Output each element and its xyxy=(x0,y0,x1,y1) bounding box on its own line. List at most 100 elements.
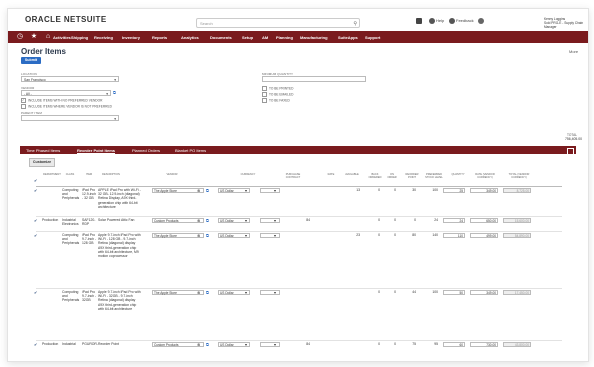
rate-vendor-input[interactable]: 499.00 xyxy=(470,233,498,238)
purchase-contract-select[interactable] xyxy=(260,342,280,347)
clear-icon[interactable]: ⊗ xyxy=(197,290,200,295)
feedback-link[interactable]: Feedback xyxy=(449,18,474,24)
cell-item[interactable]: iPad Pro 9.7-inch - 128 GB xyxy=(82,233,98,246)
column-header[interactable]: BACK ORDERED xyxy=(368,173,382,179)
customize-button[interactable]: Customize xyxy=(29,158,55,167)
help-link[interactable]: Help xyxy=(429,18,444,24)
checkbox[interactable] xyxy=(262,86,267,91)
oracle-netsuite-logo[interactable]: ORACLE NETSUITE xyxy=(25,15,107,24)
expand-icon[interactable] xyxy=(567,147,574,155)
clear-icon[interactable]: ⊗ xyxy=(197,188,200,193)
open-record-icon[interactable]: ⧉ xyxy=(206,342,209,347)
open-record-icon[interactable]: ⧉ xyxy=(206,233,209,238)
vendor-select[interactable]: - All - ▾ xyxy=(21,90,111,96)
quantity-input[interactable]: 60 xyxy=(443,342,465,347)
nav-item-7[interactable]: Setup xyxy=(242,35,253,40)
tab-2[interactable]: Planned Orders xyxy=(132,148,160,153)
column-header[interactable]: PURCHASE CONTRACT xyxy=(282,173,304,179)
column-header[interactable]: TOTAL (VENDOR CURRENCY) xyxy=(506,173,532,179)
recent-records-icon[interactable]: ◷ xyxy=(16,33,24,41)
cell-item[interactable]: iPad Pro 9.7-inch - 32GB xyxy=(82,290,98,303)
quantity-input[interactable]: 50 xyxy=(443,290,465,295)
nav-item-10[interactable]: Manufacturing xyxy=(300,35,328,40)
column-header[interactable]: ON ORDER xyxy=(386,173,398,179)
search-icon[interactable]: ⚲ xyxy=(353,19,357,29)
chk-no-preferred-vendor[interactable]: ✓ INCLUDE ITEMS WITH NO PREFERRED VENDOR xyxy=(21,98,102,103)
chk-to-be-emailed[interactable]: TO BE EMAILED xyxy=(262,92,293,97)
home-icon[interactable]: ⌂ xyxy=(44,33,52,41)
minimum-quantity-input[interactable] xyxy=(262,76,366,82)
rate-vendor-input[interactable]: 730.00 xyxy=(470,342,498,347)
purchase-contract-select[interactable] xyxy=(260,290,280,295)
chk-to-be-faxed[interactable]: TO BE FAXED xyxy=(262,98,290,103)
cell-item[interactable]: SAF120-RDP xyxy=(82,218,98,226)
tab-0[interactable]: Time Phased Items xyxy=(26,148,60,153)
tab-1[interactable]: Reorder Point Items xyxy=(77,148,115,153)
create-new-icon[interactable] xyxy=(416,18,423,24)
nav-item-11[interactable]: SuiteApps xyxy=(338,35,358,40)
rate-vendor-input[interactable]: 650.00 xyxy=(470,218,498,223)
location-select[interactable]: San Francisco ▾ xyxy=(21,76,119,82)
row-select-checkbox[interactable]: ✔ xyxy=(34,290,37,295)
column-header[interactable]: AVAILABLE xyxy=(342,173,362,176)
rate-vendor-input[interactable]: 349.00 xyxy=(470,188,498,193)
column-header[interactable]: ITEM xyxy=(82,173,96,176)
rate-vendor-input[interactable]: 349.00 xyxy=(470,290,498,295)
chk-to-be-printed[interactable]: TO BE PRINTED xyxy=(262,86,293,91)
column-header[interactable]: CLASS xyxy=(62,173,78,176)
column-header[interactable]: DEPARTMENT xyxy=(42,173,62,176)
star-icon[interactable]: ★ xyxy=(30,33,38,41)
checkbox[interactable] xyxy=(262,92,267,97)
purchase-contract-select[interactable] xyxy=(260,233,280,238)
nav-item-6[interactable]: Documents xyxy=(210,35,232,40)
quantity-input[interactable]: 24 xyxy=(443,218,465,223)
quantity-input[interactable]: 110 xyxy=(443,233,465,238)
column-header[interactable]: RATE (VENDOR CURRENCY) xyxy=(471,173,499,179)
column-header[interactable]: RATE xyxy=(325,173,337,176)
nav-item-3[interactable]: Inventory xyxy=(122,35,140,40)
nav-item-1[interactable]: Shipping xyxy=(71,35,88,40)
open-record-icon[interactable]: ⧉ xyxy=(206,218,209,223)
open-vendor-icon[interactable]: ⧉ xyxy=(113,90,116,95)
clear-icon[interactable]: ⊗ xyxy=(197,218,200,223)
column-header[interactable]: REORDER POINT xyxy=(404,173,420,179)
purchase-contract-select[interactable] xyxy=(260,188,280,193)
cell-item[interactable]: PGUROR- xyxy=(82,342,98,346)
row-select-checkbox[interactable]: ✔ xyxy=(34,342,37,347)
user-menu[interactable]: Kenny Loggins Sold PRG-E - Supply Chain … xyxy=(544,17,588,29)
submit-button[interactable]: Submit xyxy=(21,57,41,64)
cell-available: 23 xyxy=(356,233,360,237)
chk-vendor-not-preferred[interactable]: INCLUDE ITEMS WHERE VENDOR IS NOT PREFER… xyxy=(21,104,112,109)
parent-item-select[interactable]: ▾ xyxy=(21,115,119,121)
nav-item-9[interactable]: Planning xyxy=(276,35,293,40)
row-select-checkbox[interactable]: ✔ xyxy=(34,218,37,223)
row-select-checkbox[interactable]: ✔ xyxy=(34,233,37,238)
global-search-input[interactable]: Search ⚲ xyxy=(196,18,360,28)
nav-item-2[interactable]: Receiving xyxy=(94,35,113,40)
checkbox[interactable] xyxy=(262,98,267,103)
quantity-input[interactable]: 25 xyxy=(443,188,465,193)
checkbox[interactable]: ✓ xyxy=(21,98,26,103)
nav-item-0[interactable]: Activities xyxy=(53,35,71,40)
nav-item-8[interactable]: AM xyxy=(262,35,268,40)
checkbox[interactable] xyxy=(21,104,26,109)
open-record-icon[interactable]: ⧉ xyxy=(206,290,209,295)
nav-item-12[interactable]: Support xyxy=(365,35,380,40)
column-header[interactable]: DESCRIPTION xyxy=(98,173,124,176)
tab-3[interactable]: Blanket PO Items xyxy=(175,148,206,153)
column-header[interactable]: CURRENCY xyxy=(239,173,257,176)
column-header[interactable]: VENDOR xyxy=(152,173,192,176)
nav-item-5[interactable]: Analytics xyxy=(181,35,199,40)
user-avatar-icon[interactable] xyxy=(478,18,485,24)
column-header[interactable]: PREFERRED STOCK LEVEL xyxy=(424,173,444,179)
column-header[interactable]: QUANTITY xyxy=(449,173,467,176)
purchase-contract-select[interactable] xyxy=(260,218,280,223)
select-all-checkbox[interactable]: ✔ xyxy=(34,178,37,183)
cell-item[interactable]: iPad Pro 12.9-inch - 32 GB xyxy=(82,188,98,201)
row-select-checkbox[interactable]: ✔ xyxy=(34,188,37,193)
clear-icon[interactable]: ⊗ xyxy=(197,233,200,238)
more-menu[interactable]: More xyxy=(569,49,578,54)
open-record-icon[interactable]: ⧉ xyxy=(206,188,209,193)
clear-icon[interactable]: ⊗ xyxy=(197,342,200,347)
nav-item-4[interactable]: Reports xyxy=(152,35,167,40)
